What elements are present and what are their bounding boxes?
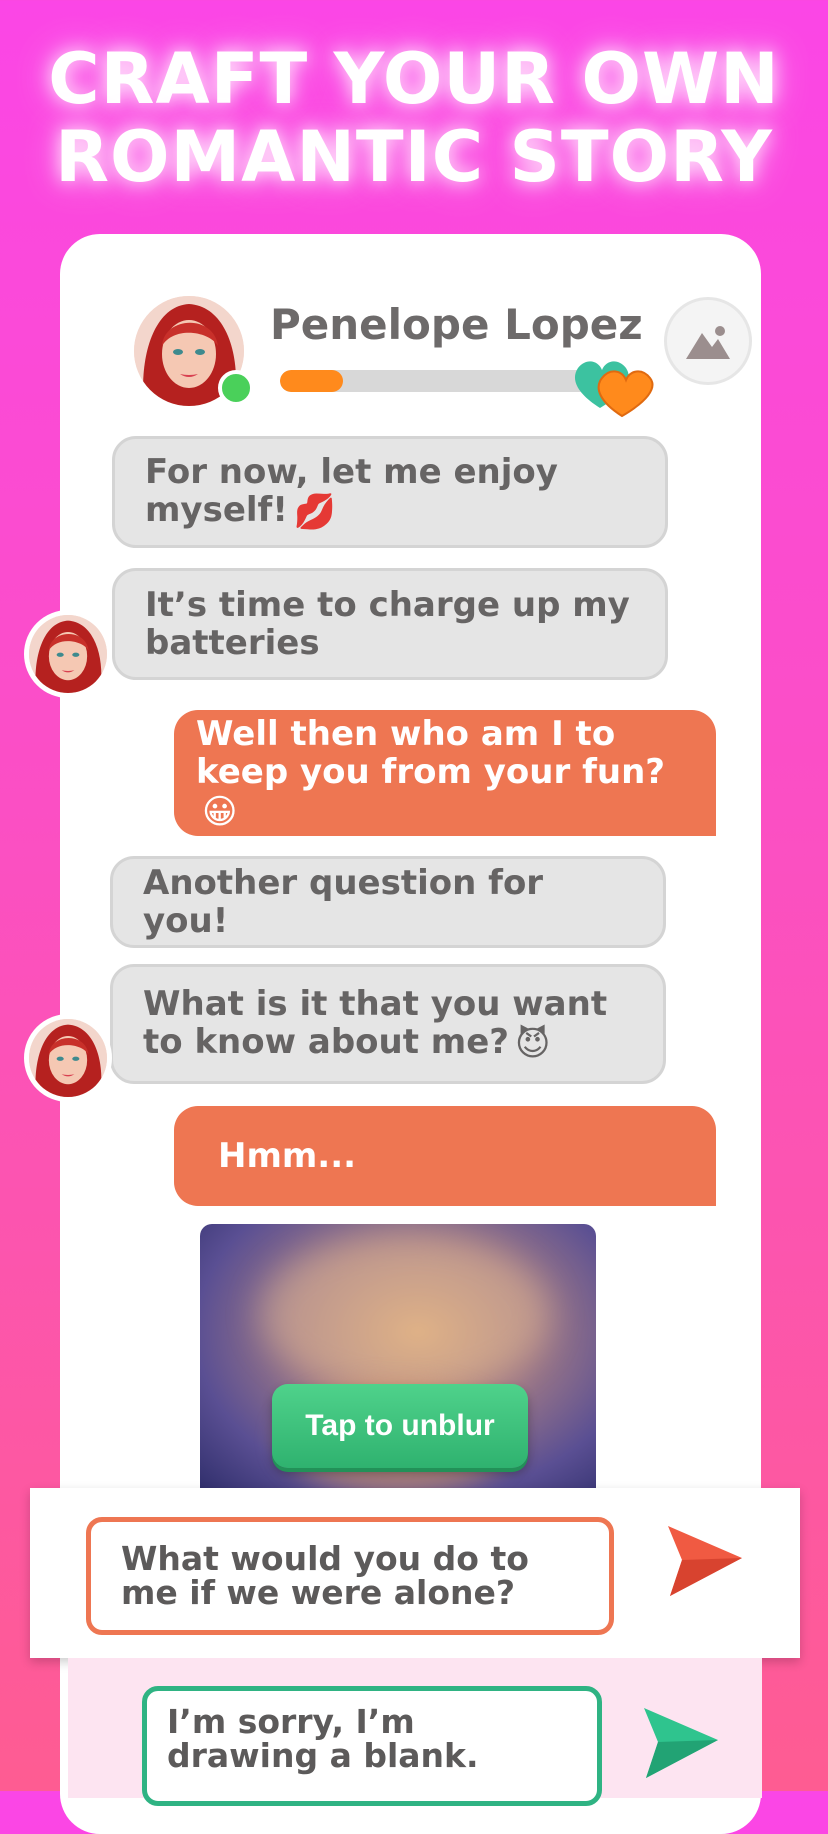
message-text: It’s time to charge up my batteries xyxy=(145,585,630,663)
tap-to-unblur-button[interactable]: Tap to unblur xyxy=(272,1384,528,1468)
headline-line-2: ROMANTIC STORY xyxy=(55,116,773,198)
contact-name: Penelope Lopez xyxy=(270,300,643,349)
image-icon xyxy=(686,326,730,359)
reply-option[interactable]: I’m sorry, I’m drawing a blank. xyxy=(142,1686,602,1806)
reply-option[interactable]: What would you do to me if we were alone… xyxy=(86,1517,614,1635)
gallery-button[interactable] xyxy=(664,297,752,385)
headline: CRAFT YOUR OWN ROMANTIC STORY xyxy=(0,40,828,196)
send-arrow-icon[interactable] xyxy=(662,1518,746,1602)
kiss-emoji-icon: 💋 xyxy=(293,491,337,532)
message-text: Another question for you! xyxy=(143,863,544,941)
send-arrow-icon[interactable] xyxy=(638,1700,722,1784)
sender-avatar xyxy=(24,1014,112,1102)
message-bubble-outgoing: Well then who am I to keep you from your… xyxy=(174,710,716,836)
message-bubble: It’s time to charge up my batteries xyxy=(112,568,668,680)
relationship-progress-bar xyxy=(280,370,610,392)
message-bubble-outgoing: Hmm... xyxy=(174,1106,716,1206)
relationship-progress-fill xyxy=(280,370,343,392)
message-bubble: For now, let me enjoy myself! 💋 xyxy=(112,436,668,548)
headline-line-1: CRAFT YOUR OWN xyxy=(48,38,780,120)
sender-avatar xyxy=(24,610,112,698)
online-status-indicator xyxy=(218,370,254,406)
devil-emoji-icon: 😈 xyxy=(515,1023,551,1064)
message-bubble: Another question for you! xyxy=(110,856,666,948)
message-text: For now, let me enjoy myself! xyxy=(145,452,558,531)
hearts-icon xyxy=(570,350,660,420)
grinning-emoji-icon: 😀 xyxy=(202,791,238,832)
message-bubble: What is it that you want to know about m… xyxy=(110,964,666,1084)
message-text: Well then who am I to keep you from your… xyxy=(196,714,665,793)
message-text: Hmm... xyxy=(218,1136,357,1176)
